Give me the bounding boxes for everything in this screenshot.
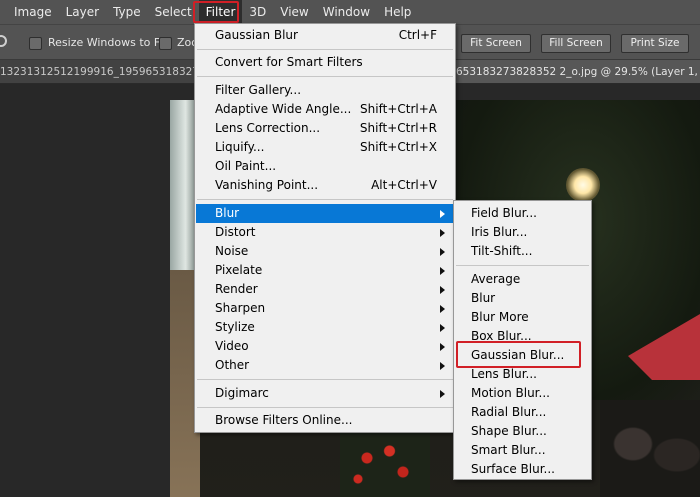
menu-item-adaptive-wide-angle[interactable]: Adaptive Wide Angle... Shift+Ctrl+A (196, 100, 454, 119)
menu-item-blur[interactable]: Blur (196, 204, 454, 223)
menu-item-radial-blur[interactable]: Radial Blur... (455, 403, 590, 422)
menu-item-last-filter[interactable]: Gaussian Blur Ctrl+F (196, 26, 454, 45)
triangle-right-icon (440, 229, 445, 237)
menu-view[interactable]: View (273, 0, 315, 24)
photo-lamp (566, 168, 600, 202)
shortcut-label: Shift+Ctrl+A (360, 102, 437, 116)
menu-separator (197, 49, 453, 50)
photo-flowers (340, 430, 430, 497)
menu-item-convert-smart-filters[interactable]: Convert for Smart Filters (196, 53, 454, 72)
magnifier-icon[interactable] (0, 35, 7, 47)
menu-item-oil-paint[interactable]: Oil Paint... (196, 157, 454, 176)
shortcut-label: Shift+Ctrl+R (359, 121, 437, 135)
menu-item-lens-correction[interactable]: Lens Correction... Shift+Ctrl+R (196, 119, 454, 138)
menu-item-surface-blur[interactable]: Surface Blur... (455, 460, 590, 479)
menu-item-video[interactable]: Video (196, 337, 454, 356)
triangle-right-icon (440, 305, 445, 313)
zoom-all-windows-checkbox[interactable] (159, 37, 172, 50)
triangle-right-icon (440, 390, 445, 398)
menu-item-digimarc[interactable]: Digimarc (196, 384, 454, 403)
photo-people (600, 400, 700, 497)
menu-item-smart-blur[interactable]: Smart Blur... (455, 441, 590, 460)
menu-separator (197, 407, 453, 408)
triangle-right-icon (440, 362, 445, 370)
menu-item-iris-blur[interactable]: Iris Blur... (455, 223, 590, 242)
shortcut-label: Shift+Ctrl+X (360, 140, 437, 154)
fit-screen-button[interactable]: Fit Screen (461, 34, 531, 53)
blur-submenu: Field Blur... Iris Blur... Tilt-Shift...… (453, 200, 592, 480)
menu-3d[interactable]: 3D (242, 0, 273, 24)
menu-item-noise[interactable]: Noise (196, 242, 454, 261)
menu-item-browse-filters-online[interactable]: Browse Filters Online... (196, 411, 454, 430)
filter-menu-callout (193, 1, 239, 23)
menu-separator (197, 379, 453, 380)
triangle-right-icon (440, 267, 445, 275)
gaussian-blur-callout (456, 341, 581, 368)
menu-item-pixelate[interactable]: Pixelate (196, 261, 454, 280)
document-tab-active[interactable]: 653183273828352 2_o.jpg @ 29.5% (Layer 1… (456, 60, 700, 83)
menu-image[interactable]: Image (0, 0, 59, 24)
fill-screen-button[interactable]: Fill Screen (541, 34, 611, 53)
print-size-button[interactable]: Print Size (621, 34, 689, 53)
menu-item-vanishing-point[interactable]: Vanishing Point... Alt+Ctrl+V (196, 176, 454, 195)
menu-item-distort[interactable]: Distort (196, 223, 454, 242)
resize-windows-checkbox[interactable] (29, 37, 42, 50)
menu-item-blur-more[interactable]: Blur More (455, 308, 590, 327)
menu-layer[interactable]: Layer (59, 0, 106, 24)
menu-item-tilt-shift[interactable]: Tilt-Shift... (455, 242, 590, 261)
menu-item-liquify[interactable]: Liquify... Shift+Ctrl+X (196, 138, 454, 157)
shortcut-label: Ctrl+F (398, 28, 437, 42)
menu-item-average[interactable]: Average (455, 270, 590, 289)
resize-windows-label: Resize Windows to Fit (48, 36, 167, 49)
menu-bar: Image Layer Type Select Filter 3D View W… (0, 0, 700, 24)
triangle-right-icon (440, 343, 445, 351)
shortcut-label: Alt+Ctrl+V (371, 178, 437, 192)
menu-window[interactable]: Window (316, 0, 377, 24)
menu-separator (197, 76, 453, 77)
menu-item-stylize[interactable]: Stylize (196, 318, 454, 337)
menu-separator (197, 199, 453, 200)
menu-item-shape-blur[interactable]: Shape Blur... (455, 422, 590, 441)
document-tab-inactive[interactable]: 13231312512199916_1959653183273828 (0, 60, 226, 83)
triangle-right-icon (440, 324, 445, 332)
menu-item-field-blur[interactable]: Field Blur... (455, 204, 590, 223)
menu-item-render[interactable]: Render (196, 280, 454, 299)
menu-item-sharpen[interactable]: Sharpen (196, 299, 454, 318)
menu-item-blur-plain[interactable]: Blur (455, 289, 590, 308)
menu-select[interactable]: Select (148, 0, 199, 24)
menu-help[interactable]: Help (377, 0, 418, 24)
triangle-right-icon (440, 286, 445, 294)
menu-separator (456, 265, 589, 266)
triangle-right-icon (440, 210, 445, 218)
filter-dropdown-menu: Gaussian Blur Ctrl+F Convert for Smart Fi… (194, 23, 456, 433)
menu-item-filter-gallery[interactable]: Filter Gallery... (196, 81, 454, 100)
triangle-right-icon (440, 248, 445, 256)
menu-item-motion-blur[interactable]: Motion Blur... (455, 384, 590, 403)
menu-item-other[interactable]: Other (196, 356, 454, 375)
photo-window (170, 100, 196, 270)
menu-type[interactable]: Type (106, 0, 148, 24)
